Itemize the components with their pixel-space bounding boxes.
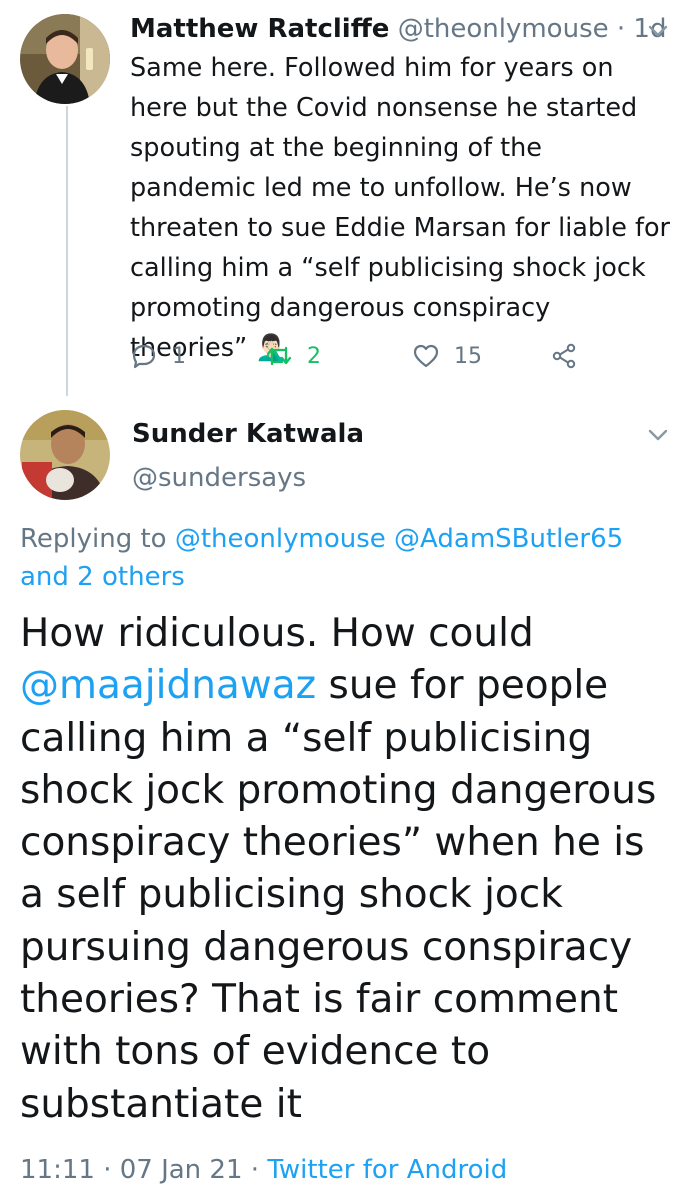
reply-author-handle[interactable]: @theonlymouse bbox=[398, 14, 609, 44]
like-count: 15 bbox=[454, 343, 482, 369]
retweet-count: 2 bbox=[307, 343, 321, 369]
main-tweet-text-part-2: sue for people calling him a “self publi… bbox=[20, 663, 657, 1127]
reply-button[interactable]: 1 bbox=[130, 338, 186, 374]
client-link[interactable]: Twitter for Android bbox=[267, 1155, 507, 1185]
avatar-sunder-katwala[interactable] bbox=[20, 410, 110, 500]
thread-connector-line bbox=[66, 106, 68, 396]
tweet-date: 07 Jan 21 bbox=[119, 1155, 243, 1185]
share-icon bbox=[552, 343, 576, 369]
tweet-metadata: 11:11 · 07 Jan 21 · Twitter for Android bbox=[20, 1150, 507, 1190]
main-author-name[interactable]: Sunder Katwala bbox=[132, 416, 364, 452]
main-author-handle[interactable]: @sundersays bbox=[132, 460, 306, 496]
heart-icon bbox=[413, 344, 439, 368]
share-button[interactable] bbox=[550, 338, 592, 374]
main-tweet-text: How ridiculous. How could @maajidnawaz s… bbox=[20, 608, 680, 1131]
reply-tweet-body: Same here. Followed him for years on her… bbox=[130, 53, 671, 363]
reply-tweet-actions: 1 2 15 bbox=[130, 338, 630, 374]
main-tweet-text-part-1: How ridiculous. How could bbox=[20, 611, 534, 656]
others-link[interactable]: and 2 others bbox=[20, 562, 185, 592]
reply-icon bbox=[132, 344, 156, 369]
like-button[interactable]: 15 bbox=[412, 338, 482, 374]
reply-tweet-text: Same here. Followed him for years on her… bbox=[130, 48, 675, 368]
tweet-time: 11:11 bbox=[20, 1155, 95, 1185]
mention-link[interactable]: @AdamSButler65 bbox=[394, 524, 623, 554]
header-separator: · bbox=[616, 14, 626, 44]
chevron-down-icon[interactable] bbox=[643, 16, 673, 46]
mention-link[interactable]: @maajidnawaz bbox=[20, 663, 316, 708]
retweet-button[interactable]: 2 bbox=[265, 338, 321, 374]
reply-author-name[interactable]: Matthew Ratcliffe bbox=[130, 14, 389, 44]
avatar-matthew-ratcliffe[interactable] bbox=[20, 14, 110, 104]
reply-count: 1 bbox=[172, 343, 186, 369]
meta-separator: · bbox=[250, 1155, 260, 1185]
mention-link[interactable]: @theonlymouse bbox=[175, 524, 386, 554]
reply-tweet-header: Matthew Ratcliffe @theonlymouse · 1d bbox=[130, 10, 671, 48]
meta-separator: · bbox=[103, 1155, 112, 1185]
replying-prefix: Replying to bbox=[20, 524, 167, 554]
retweet-icon bbox=[266, 346, 292, 366]
replying-to-line: Replying to @theonlymouse @AdamSButler65… bbox=[20, 520, 660, 596]
chevron-down-icon[interactable] bbox=[643, 420, 673, 450]
